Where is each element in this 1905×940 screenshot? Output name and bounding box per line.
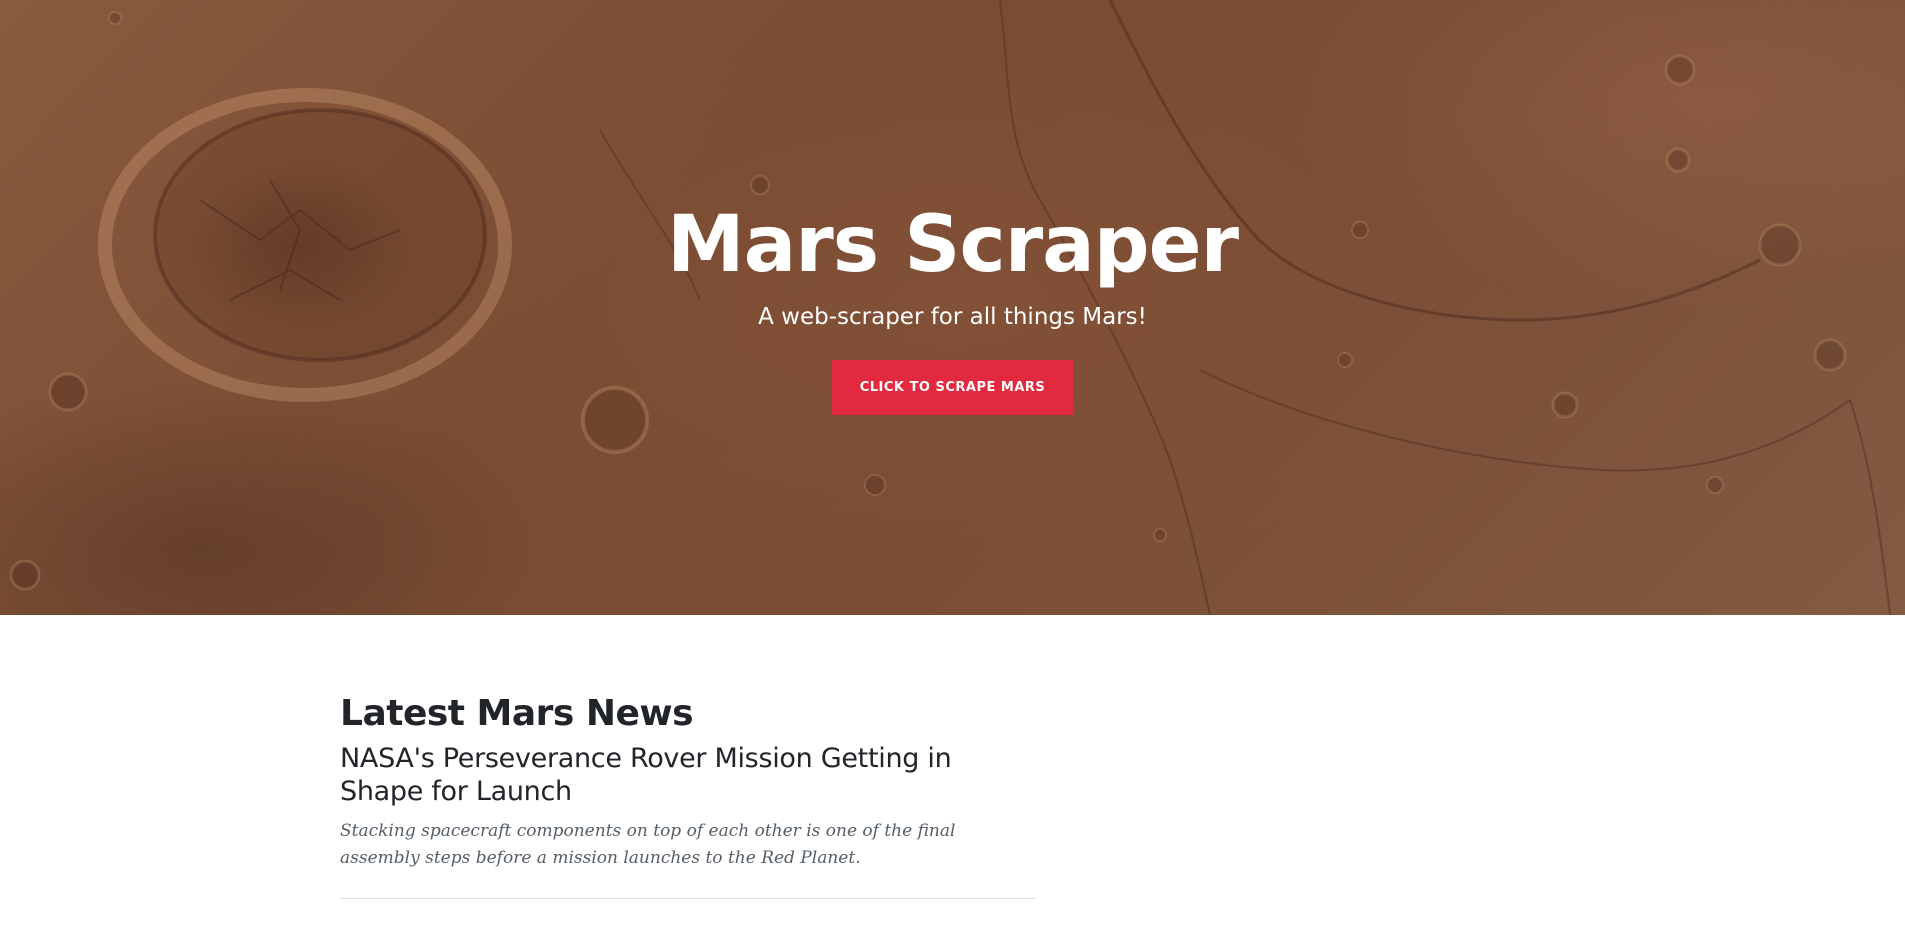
news-section-heading: Latest Mars News (340, 693, 694, 734)
news-article-title: NASA's Perseverance Rover Mission Gettin… (340, 743, 952, 807)
latest-news-section: Latest Mars News NASA's Perseverance Rov… (340, 690, 1035, 899)
page-subtitle: A web-scraper for all things Mars! (758, 304, 1147, 330)
scrape-mars-button[interactable]: CLICK TO SCRAPE MARS (832, 360, 1073, 415)
hero-banner: Mars Scraper A web-scraper for all thing… (0, 0, 1905, 615)
page-title: Mars Scraper (666, 200, 1239, 290)
news-article-teaser: Stacking spacecraft components on top of… (340, 821, 956, 868)
section-divider (340, 898, 1035, 899)
hero-content: Mars Scraper A web-scraper for all thing… (0, 0, 1905, 615)
